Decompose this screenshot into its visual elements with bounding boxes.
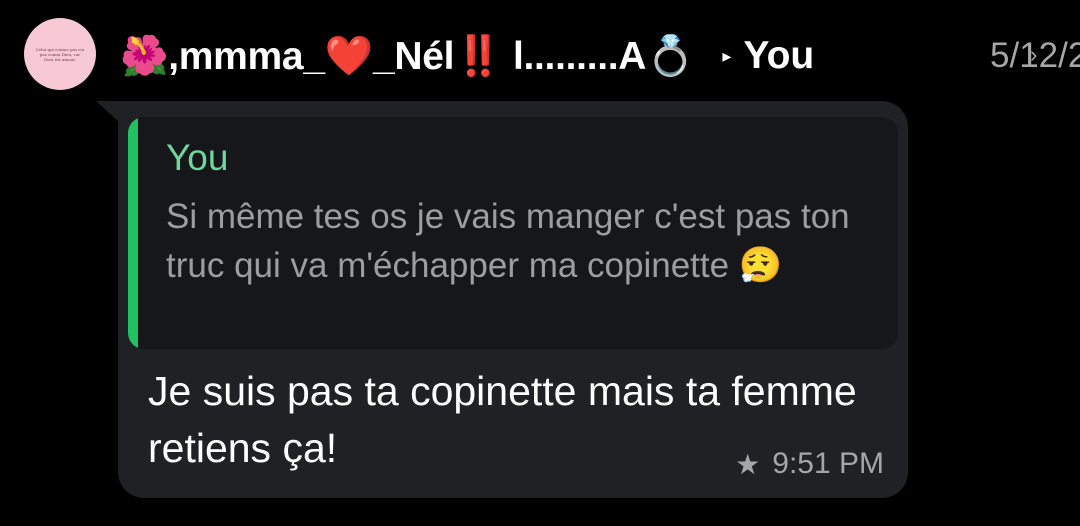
message-time: 9:51 PM — [772, 447, 884, 480]
quote-author: You — [166, 137, 229, 178]
sender-name[interactable]: 🌺,mmma_❤️_Nél‼️ l.........A💍 — [120, 33, 695, 79]
arrow-right-icon: ▸ — [722, 45, 732, 66]
quote-text: Si même tes os je vais manger c'est pas … — [166, 197, 850, 285]
recipient-name: You — [743, 34, 815, 77]
chevron-right-icon[interactable]: › — [1030, 42, 1037, 68]
message-meta: ★ 9:51 PM — [735, 447, 884, 481]
quote-bar — [128, 117, 138, 349]
star-icon: ★ — [735, 448, 761, 480]
quoted-message[interactable]: You Si même tes os je vais manger c'est … — [128, 117, 898, 349]
message-header: 🌺,mmma_❤️_Nél‼️ l.........A💍 ▸ You 5/12/… — [120, 28, 1080, 84]
avatar-caption: Celui qui n'aime pas n'a pas connu Dieu,… — [35, 46, 85, 62]
message-bubble[interactable]: You Si même tes os je vais manger c'est … — [118, 101, 908, 498]
avatar[interactable]: Celui qui n'aime pas n'a pas connu Dieu,… — [24, 18, 96, 90]
bubble-tail — [96, 101, 120, 123]
